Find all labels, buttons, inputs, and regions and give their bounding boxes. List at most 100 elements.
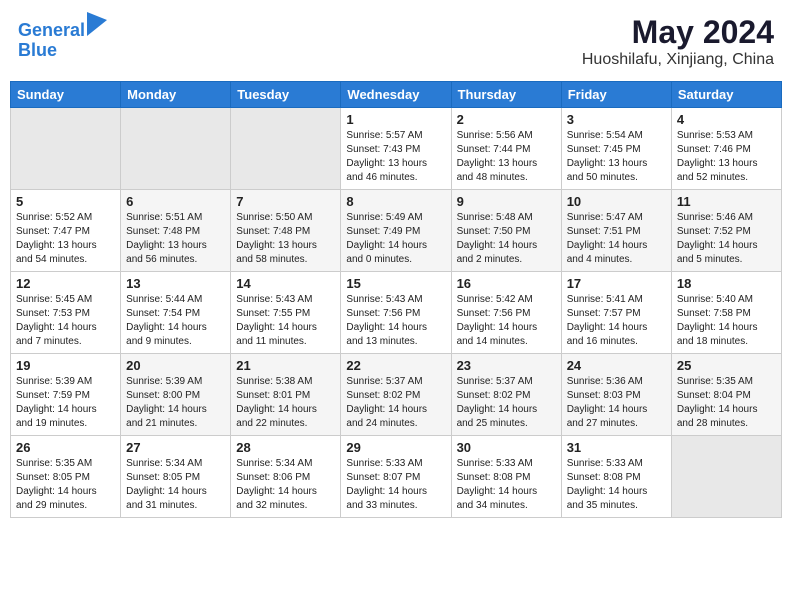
daylight-label: Daylight: 14 hours and 13 minutes. <box>346 322 427 347</box>
calendar-cell: 30 Sunrise: 5:33 AM Sunset: 8:08 PM Dayl… <box>451 436 561 518</box>
day-info: Sunrise: 5:36 AM Sunset: 8:03 PM Dayligh… <box>567 375 666 431</box>
sunrise-label: Sunrise: 5:43 AM <box>236 294 312 305</box>
sunset-label: Sunset: 7:48 PM <box>236 226 310 237</box>
day-info: Sunrise: 5:57 AM Sunset: 7:43 PM Dayligh… <box>346 129 445 185</box>
day-number: 12 <box>16 276 115 291</box>
sunrise-label: Sunrise: 5:45 AM <box>16 294 92 305</box>
day-number: 10 <box>567 194 666 209</box>
sunrise-label: Sunrise: 5:37 AM <box>457 376 533 387</box>
day-number: 5 <box>16 194 115 209</box>
calendar-cell: 12 Sunrise: 5:45 AM Sunset: 7:53 PM Dayl… <box>11 272 121 354</box>
day-number: 22 <box>346 358 445 373</box>
daylight-label: Daylight: 14 hours and 35 minutes. <box>567 486 648 511</box>
day-number: 29 <box>346 440 445 455</box>
sunset-label: Sunset: 7:51 PM <box>567 226 641 237</box>
calendar-cell: 23 Sunrise: 5:37 AM Sunset: 8:02 PM Dayl… <box>451 354 561 436</box>
day-number: 11 <box>677 194 776 209</box>
sunset-label: Sunset: 7:58 PM <box>677 308 751 319</box>
calendar-cell: 27 Sunrise: 5:34 AM Sunset: 8:05 PM Dayl… <box>121 436 231 518</box>
day-number: 20 <box>126 358 225 373</box>
logo-blue: Blue <box>18 40 57 60</box>
calendar-cell: 19 Sunrise: 5:39 AM Sunset: 7:59 PM Dayl… <box>11 354 121 436</box>
daylight-label: Daylight: 13 hours and 50 minutes. <box>567 158 648 183</box>
sunset-label: Sunset: 8:04 PM <box>677 390 751 401</box>
calendar-cell: 13 Sunrise: 5:44 AM Sunset: 7:54 PM Dayl… <box>121 272 231 354</box>
sunset-label: Sunset: 8:05 PM <box>16 472 90 483</box>
weekday-header: Monday <box>121 82 231 108</box>
sunrise-label: Sunrise: 5:39 AM <box>16 376 92 387</box>
sunrise-label: Sunrise: 5:35 AM <box>16 458 92 469</box>
day-number: 16 <box>457 276 556 291</box>
sunset-label: Sunset: 7:43 PM <box>346 144 420 155</box>
day-info: Sunrise: 5:35 AM Sunset: 8:04 PM Dayligh… <box>677 375 776 431</box>
sunrise-label: Sunrise: 5:43 AM <box>346 294 422 305</box>
day-info: Sunrise: 5:48 AM Sunset: 7:50 PM Dayligh… <box>457 211 556 267</box>
sunrise-label: Sunrise: 5:36 AM <box>567 376 643 387</box>
day-number: 21 <box>236 358 335 373</box>
daylight-label: Daylight: 14 hours and 28 minutes. <box>677 404 758 429</box>
day-info: Sunrise: 5:39 AM Sunset: 7:59 PM Dayligh… <box>16 375 115 431</box>
day-info: Sunrise: 5:54 AM Sunset: 7:45 PM Dayligh… <box>567 129 666 185</box>
sunrise-label: Sunrise: 5:42 AM <box>457 294 533 305</box>
day-info: Sunrise: 5:33 AM Sunset: 8:08 PM Dayligh… <box>567 457 666 513</box>
day-number: 14 <box>236 276 335 291</box>
daylight-label: Daylight: 14 hours and 11 minutes. <box>236 322 317 347</box>
weekday-header: Thursday <box>451 82 561 108</box>
calendar-cell: 16 Sunrise: 5:42 AM Sunset: 7:56 PM Dayl… <box>451 272 561 354</box>
calendar-cell: 6 Sunrise: 5:51 AM Sunset: 7:48 PM Dayli… <box>121 190 231 272</box>
weekday-header: Saturday <box>671 82 781 108</box>
location-title: Huoshilafu, Xinjiang, China <box>582 51 774 69</box>
weekday-header: Wednesday <box>341 82 451 108</box>
day-info: Sunrise: 5:38 AM Sunset: 8:01 PM Dayligh… <box>236 375 335 431</box>
sunset-label: Sunset: 8:02 PM <box>457 390 531 401</box>
calendar-week-row: 1 Sunrise: 5:57 AM Sunset: 7:43 PM Dayli… <box>11 108 782 190</box>
daylight-label: Daylight: 14 hours and 9 minutes. <box>126 322 207 347</box>
sunset-label: Sunset: 7:45 PM <box>567 144 641 155</box>
sunrise-label: Sunrise: 5:47 AM <box>567 212 643 223</box>
day-number: 13 <box>126 276 225 291</box>
day-number: 2 <box>457 112 556 127</box>
sunset-label: Sunset: 7:50 PM <box>457 226 531 237</box>
daylight-label: Daylight: 13 hours and 54 minutes. <box>16 240 97 265</box>
sunrise-label: Sunrise: 5:41 AM <box>567 294 643 305</box>
sunset-label: Sunset: 7:54 PM <box>126 308 200 319</box>
sunset-label: Sunset: 8:08 PM <box>457 472 531 483</box>
logo: General Blue <box>18 14 107 61</box>
calendar-cell: 26 Sunrise: 5:35 AM Sunset: 8:05 PM Dayl… <box>11 436 121 518</box>
calendar-cell <box>11 108 121 190</box>
day-number: 8 <box>346 194 445 209</box>
sunset-label: Sunset: 7:48 PM <box>126 226 200 237</box>
calendar-cell <box>231 108 341 190</box>
sunset-label: Sunset: 7:57 PM <box>567 308 641 319</box>
day-info: Sunrise: 5:53 AM Sunset: 7:46 PM Dayligh… <box>677 129 776 185</box>
sunrise-label: Sunrise: 5:34 AM <box>126 458 202 469</box>
calendar-cell: 21 Sunrise: 5:38 AM Sunset: 8:01 PM Dayl… <box>231 354 341 436</box>
daylight-label: Daylight: 14 hours and 7 minutes. <box>16 322 97 347</box>
day-info: Sunrise: 5:37 AM Sunset: 8:02 PM Dayligh… <box>346 375 445 431</box>
sunrise-label: Sunrise: 5:40 AM <box>677 294 753 305</box>
day-info: Sunrise: 5:34 AM Sunset: 8:06 PM Dayligh… <box>236 457 335 513</box>
day-number: 28 <box>236 440 335 455</box>
day-number: 27 <box>126 440 225 455</box>
sunrise-label: Sunrise: 5:57 AM <box>346 130 422 141</box>
calendar-cell: 14 Sunrise: 5:43 AM Sunset: 7:55 PM Dayl… <box>231 272 341 354</box>
sunrise-label: Sunrise: 5:39 AM <box>126 376 202 387</box>
sunset-label: Sunset: 8:05 PM <box>126 472 200 483</box>
calendar-cell: 29 Sunrise: 5:33 AM Sunset: 8:07 PM Dayl… <box>341 436 451 518</box>
title-block: May 2024 Huoshilafu, Xinjiang, China <box>582 14 774 69</box>
calendar-cell: 7 Sunrise: 5:50 AM Sunset: 7:48 PM Dayli… <box>231 190 341 272</box>
day-info: Sunrise: 5:43 AM Sunset: 7:56 PM Dayligh… <box>346 293 445 349</box>
day-info: Sunrise: 5:44 AM Sunset: 7:54 PM Dayligh… <box>126 293 225 349</box>
day-info: Sunrise: 5:41 AM Sunset: 7:57 PM Dayligh… <box>567 293 666 349</box>
daylight-label: Daylight: 14 hours and 24 minutes. <box>346 404 427 429</box>
daylight-label: Daylight: 13 hours and 58 minutes. <box>236 240 317 265</box>
calendar-week-row: 12 Sunrise: 5:45 AM Sunset: 7:53 PM Dayl… <box>11 272 782 354</box>
daylight-label: Daylight: 14 hours and 32 minutes. <box>236 486 317 511</box>
sunset-label: Sunset: 7:53 PM <box>16 308 90 319</box>
sunrise-label: Sunrise: 5:33 AM <box>567 458 643 469</box>
sunset-label: Sunset: 8:07 PM <box>346 472 420 483</box>
sunrise-label: Sunrise: 5:35 AM <box>677 376 753 387</box>
sunrise-label: Sunrise: 5:33 AM <box>346 458 422 469</box>
daylight-label: Daylight: 14 hours and 4 minutes. <box>567 240 648 265</box>
day-number: 1 <box>346 112 445 127</box>
